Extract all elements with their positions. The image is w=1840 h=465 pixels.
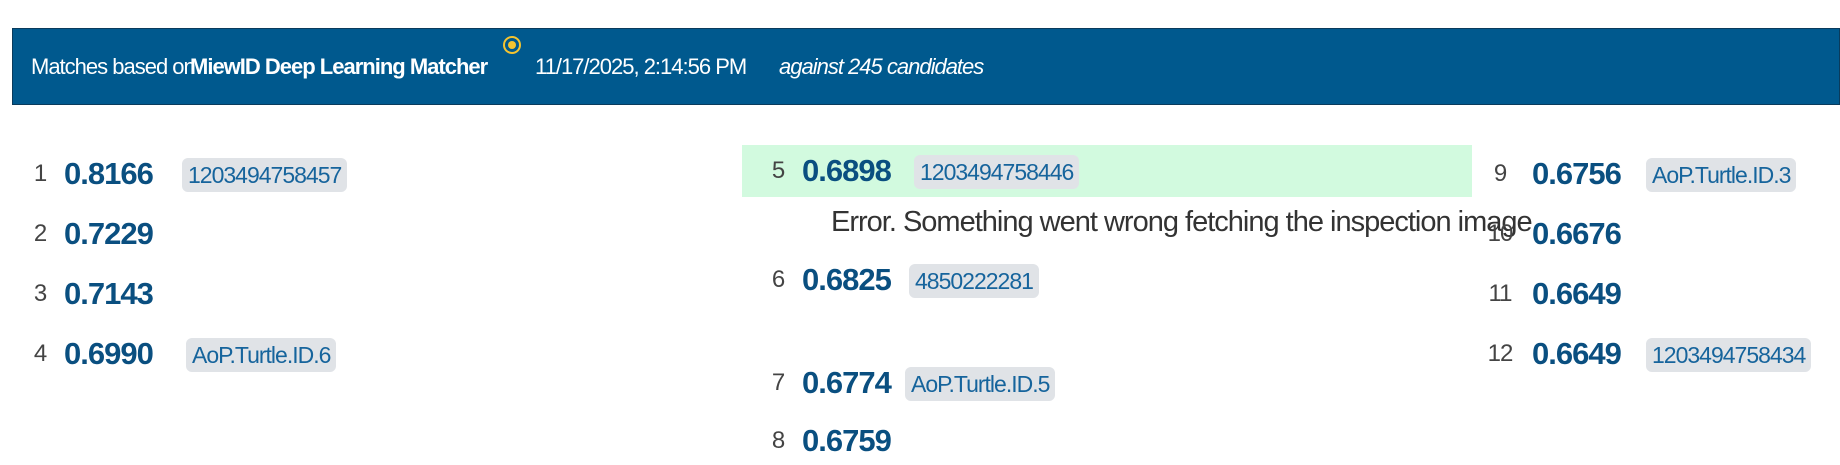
algorithm-name: MiewID Deep Learning Matcher [190, 54, 488, 79]
individual-id-chip[interactable]: 1203494758457 [182, 158, 348, 192]
match-score: 0.6649 [1532, 276, 1622, 311]
match-score: 0.6759 [802, 423, 892, 458]
match-score: 0.7143 [64, 276, 154, 311]
match-rank: 1 [33, 160, 47, 187]
match-row[interactable]: 12 0.6649 1203494758434 [1472, 328, 1840, 378]
match-rank: 8 [771, 427, 785, 454]
match-rank: 9 [1493, 160, 1507, 187]
match-rank: 11 [1488, 280, 1513, 307]
match-rank: 3 [33, 280, 47, 307]
match-score: 0.6774 [802, 365, 892, 400]
match-score: 0.8166 [64, 156, 154, 191]
header-prefix: Matches based on [31, 54, 196, 79]
match-row[interactable]: 7 0.6774 AoP.Turtle.ID.5 [742, 357, 1302, 407]
individual-id-chip[interactable]: AoP.Turtle.ID.5 [905, 367, 1056, 401]
match-score: 0.6898 [802, 153, 892, 188]
match-rank: 4 [33, 340, 47, 367]
match-rank: 7 [771, 369, 785, 396]
match-score: 0.6649 [1532, 336, 1622, 371]
candidate-count: against 245 candidates [779, 54, 984, 79]
match-row[interactable]: 11 0.6649 [1472, 268, 1840, 318]
match-score: 0.7229 [64, 216, 154, 251]
match-row[interactable]: 6 0.6825 4850222281 [742, 254, 1302, 304]
individual-id-chip[interactable]: 1203494758446 [914, 155, 1080, 189]
match-row[interactable]: 1 0.8166 1203494758457 [22, 148, 722, 198]
individual-id-chip[interactable]: 4850222281 [909, 264, 1039, 298]
match-row[interactable]: 4 0.6990 AoP.Turtle.ID.6 [22, 328, 722, 378]
individual-id-chip[interactable]: 1203494758434 [1646, 338, 1812, 372]
radio-dot-icon [503, 36, 521, 54]
match-rank: 12 [1487, 340, 1514, 367]
match-row-selected[interactable]: 5 0.6898 1203494758446 [742, 145, 1472, 197]
match-row[interactable]: 9 0.6756 AoP.Turtle.ID.3 [1472, 148, 1840, 198]
match-rank: 10 [1487, 220, 1514, 247]
match-score: 0.6756 [1532, 156, 1622, 191]
match-score: 0.6676 [1532, 216, 1622, 251]
match-row[interactable]: 8 0.6759 [742, 415, 1302, 465]
match-score: 0.6825 [802, 262, 892, 297]
individual-id-chip[interactable]: AoP.Turtle.ID.3 [1646, 158, 1797, 192]
individual-id-chip[interactable]: AoP.Turtle.ID.6 [186, 338, 337, 372]
match-score: 0.6990 [64, 336, 154, 371]
match-rank: 5 [771, 157, 785, 184]
match-row[interactable]: 3 0.7143 [22, 268, 722, 318]
inspection-image-error: Error. Something went wrong fetching the… [831, 206, 1533, 238]
match-row[interactable]: 10 0.6676 [1472, 208, 1840, 258]
match-rank: 2 [33, 220, 47, 247]
match-row[interactable]: 2 0.7229 [22, 208, 722, 258]
match-rank: 6 [771, 266, 785, 293]
match-timestamp: 11/17/2025, 2:14:56 PM [535, 54, 747, 79]
match-results-header: Matches based on MiewID Deep Learning Ma… [12, 28, 1840, 105]
